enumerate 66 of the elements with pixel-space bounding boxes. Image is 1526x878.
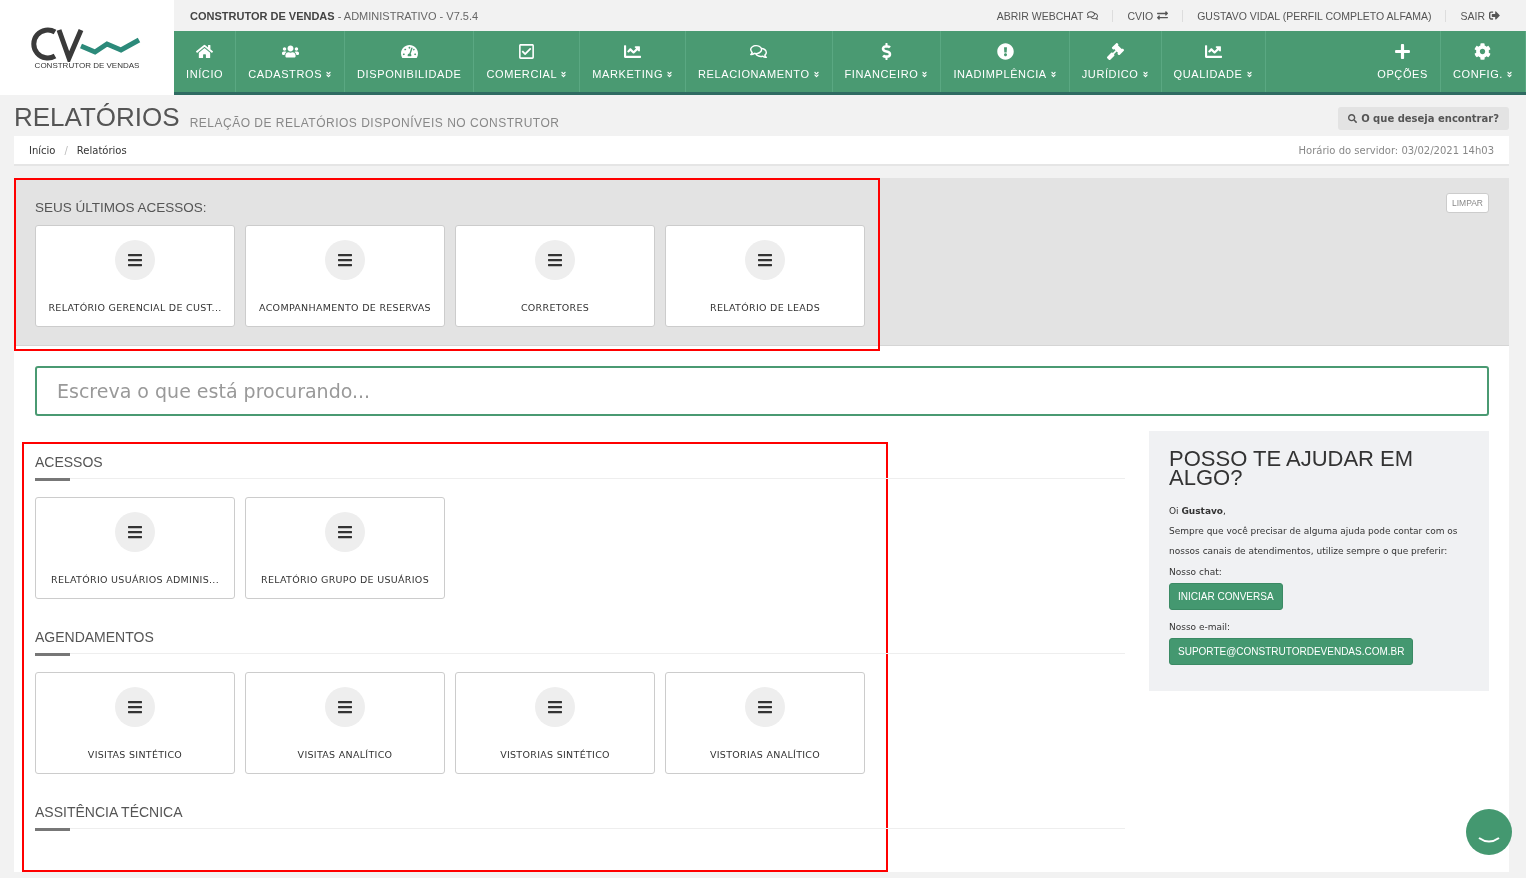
logo-mark-icon xyxy=(31,25,143,62)
section-heading: ACESSOS xyxy=(35,454,103,470)
report-card[interactable]: VISTORIAS ANALÍTICO xyxy=(665,672,865,774)
email-button[interactable]: SUPORTE@CONSTRUTORDEVENDAS.COM.BR xyxy=(1169,638,1414,665)
section-heading: ASSITÊNCIA TÉCNICA xyxy=(35,804,183,820)
help-text: Sempre que você precisar de alguma ajuda pode contar com os nossos canais de atendimentos, utilize sempre o que preferir: xyxy=(1169,525,1459,558)
start-chat-button[interactable]: INICIAR CONVERSA xyxy=(1169,583,1283,610)
gavel-icon xyxy=(1106,43,1124,60)
logo: CONSTRUTOR DE VENDAS xyxy=(31,25,143,70)
exclamation-icon xyxy=(996,43,1014,60)
menu-lines-icon xyxy=(115,687,155,727)
breadcrumb-separator: / xyxy=(64,144,68,156)
help-greeting: Oi Gustavo, xyxy=(1169,505,1227,518)
report-card[interactable]: VISTORIAS SINTÉTICO xyxy=(455,672,655,774)
menu-lines-icon xyxy=(535,240,575,280)
chat-icon xyxy=(1087,10,1099,21)
chat-icon xyxy=(750,43,768,60)
plus-icon xyxy=(1394,43,1412,60)
menu-lines-icon xyxy=(535,687,575,727)
smile-icon xyxy=(1478,837,1500,843)
line-chart-icon xyxy=(1204,43,1222,60)
section-heading: SEUS ÚLTIMOS ACESSOS: xyxy=(35,200,208,215)
report-card[interactable]: VISITAS ANALÍTICO xyxy=(245,672,445,774)
arrows-icon xyxy=(1157,10,1169,21)
users-icon xyxy=(281,43,299,60)
page-title: RELATÓRIOS xyxy=(14,102,180,133)
report-card[interactable]: CORRETORES xyxy=(455,225,655,327)
home-icon xyxy=(196,43,214,60)
menu-lines-icon xyxy=(115,240,155,280)
line-chart-icon xyxy=(624,43,642,60)
settings-icon xyxy=(1474,43,1492,60)
section-heading: AGENDAMENTOS xyxy=(35,629,154,645)
gauge-icon xyxy=(400,43,418,60)
menu-lines-icon xyxy=(325,687,365,727)
report-card[interactable]: RELATÓRIO GRUPO DE USUÁRIOS xyxy=(245,497,445,599)
breadcrumb-link[interactable]: Relatórios xyxy=(76,144,127,156)
top-link[interactable]: SAIR xyxy=(1445,9,1514,22)
search-field[interactable]: Escreva o que está procurando... xyxy=(35,366,1489,416)
menu-lines-icon xyxy=(325,512,365,552)
report-card[interactable]: RELATÓRIO GERENCIAL DE CUST... xyxy=(35,225,235,327)
exit-icon xyxy=(1489,10,1500,21)
page-subtitle: RELAÇÃO DE RELATÓRIOS DISPONÍVEIS NO CONSTRUTOR xyxy=(189,116,561,130)
find-button[interactable]: O que deseja encontrar? xyxy=(1338,106,1509,130)
top-link[interactable]: ABRIR WEBCHAT xyxy=(982,9,1113,22)
top-link[interactable]: CVIO xyxy=(1112,9,1183,22)
menu-lines-icon xyxy=(745,687,785,727)
menu-lines-icon xyxy=(325,240,365,280)
menu-lines-icon xyxy=(745,240,785,280)
breadcrumb-link[interactable]: Início xyxy=(29,144,56,156)
heading-underline xyxy=(35,653,70,656)
report-card[interactable]: RELATÓRIO USUÁRIOS ADMINIS... xyxy=(35,497,235,599)
report-card[interactable]: VISITAS SINTÉTICO xyxy=(35,672,235,774)
app-version-text: CONSTRUTOR DE VENDAS - ADMINISTRATIVO - V7.5.4 xyxy=(190,9,480,22)
help-title: POSSO TE AJUDAR EM ALGO? xyxy=(1169,449,1415,487)
help-label: Nosso chat: xyxy=(1169,567,1223,577)
heading-underline xyxy=(35,828,70,831)
report-card[interactable]: RELATÓRIO DE LEADS xyxy=(665,225,865,327)
checkbox-icon xyxy=(518,43,536,60)
menu-lines-icon xyxy=(115,512,155,552)
report-card[interactable]: ACOMPANHAMENTO DE RESERVAS xyxy=(245,225,445,327)
top-link[interactable]: GUSTAVO VIDAL (PERFIL COMPLETO ALFAMA) xyxy=(1182,9,1446,22)
server-time: Horário do servidor: 03/02/2021 14h03 xyxy=(1298,144,1494,156)
search-icon xyxy=(1348,113,1358,123)
clear-button[interactable]: LIMPAR xyxy=(1445,193,1489,213)
heading-underline xyxy=(35,478,70,481)
help-label: Nosso e-mail: xyxy=(1169,622,1232,632)
